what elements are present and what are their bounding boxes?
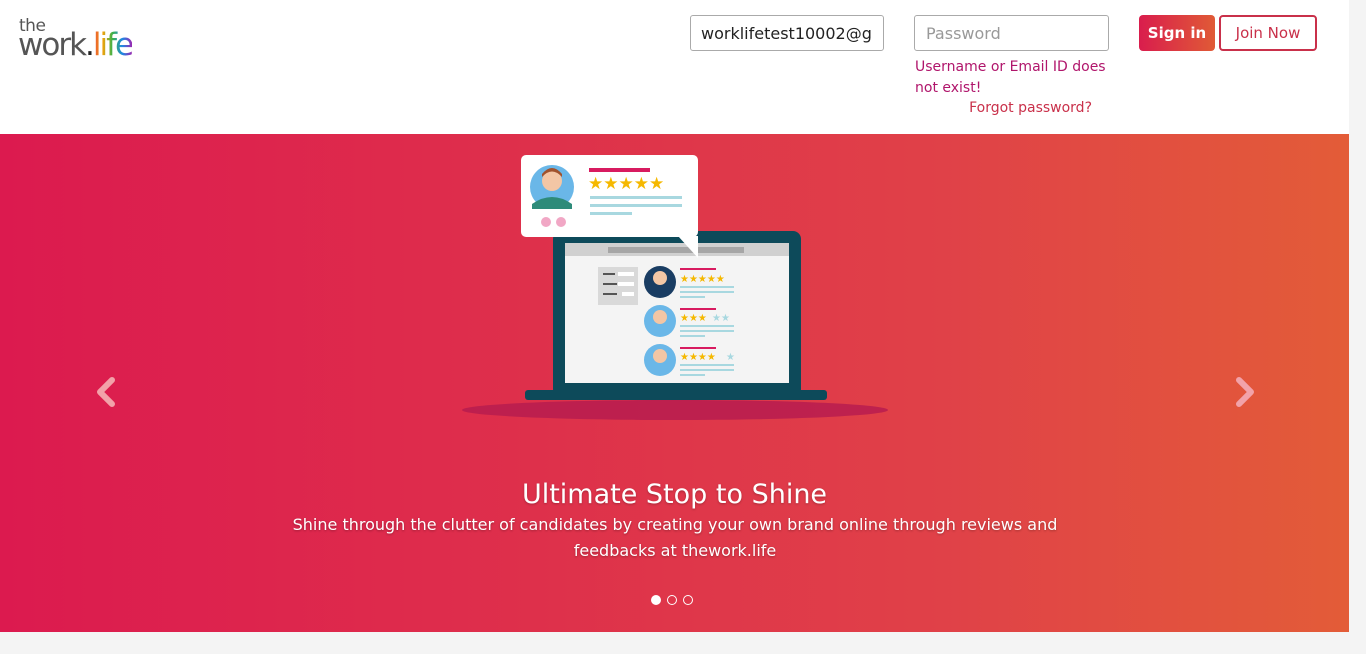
logo-work: work (18, 27, 87, 63)
chevron-right-icon[interactable] (1229, 374, 1259, 410)
join-now-button[interactable]: Join Now (1219, 15, 1317, 51)
email-input[interactable] (690, 15, 884, 51)
carousel-dot-2[interactable] (667, 595, 677, 605)
carousel-dot-3[interactable] (683, 595, 693, 605)
svg-text:★: ★ (726, 352, 735, 363)
svg-text:★★★★★: ★★★★★ (588, 174, 664, 194)
carousel-indicators (651, 595, 693, 605)
password-input[interactable] (914, 15, 1109, 51)
logo-life: life (92, 27, 134, 63)
sign-in-button[interactable]: Sign in (1139, 15, 1215, 51)
site-header: the work.life Username or Email ID does … (0, 0, 1349, 134)
chevron-left-icon[interactable] (92, 374, 122, 410)
hero-description: Shine through the clutter of candidates … (292, 515, 1058, 560)
laptop-reviews-illustration: ★★★★★ ★★★ ★★ ★★★★ ★ ★★★★★ (462, 155, 888, 420)
svg-text:★★★★: ★★★★ (680, 352, 716, 363)
svg-text:★★★★★: ★★★★★ (680, 274, 725, 285)
svg-text:★★★: ★★★ (680, 313, 707, 324)
login-error-message: Username or Email ID does not exist! (915, 59, 1106, 96)
svg-text:★★: ★★ (712, 313, 730, 324)
forgot-password-link[interactable]: Forgot password? (969, 100, 1092, 116)
hero-carousel: ★★★★★ ★★★ ★★ ★★★★ ★ ★★★★★ Ultimate Stop … (0, 134, 1349, 632)
logo-wordmark: work.life (18, 27, 134, 63)
logo-dot: . (85, 27, 95, 63)
hero-title: Ultimate Stop to Shine (521, 479, 828, 510)
carousel-dot-1[interactable] (651, 595, 661, 605)
site-logo[interactable]: the work.life (18, 16, 178, 64)
